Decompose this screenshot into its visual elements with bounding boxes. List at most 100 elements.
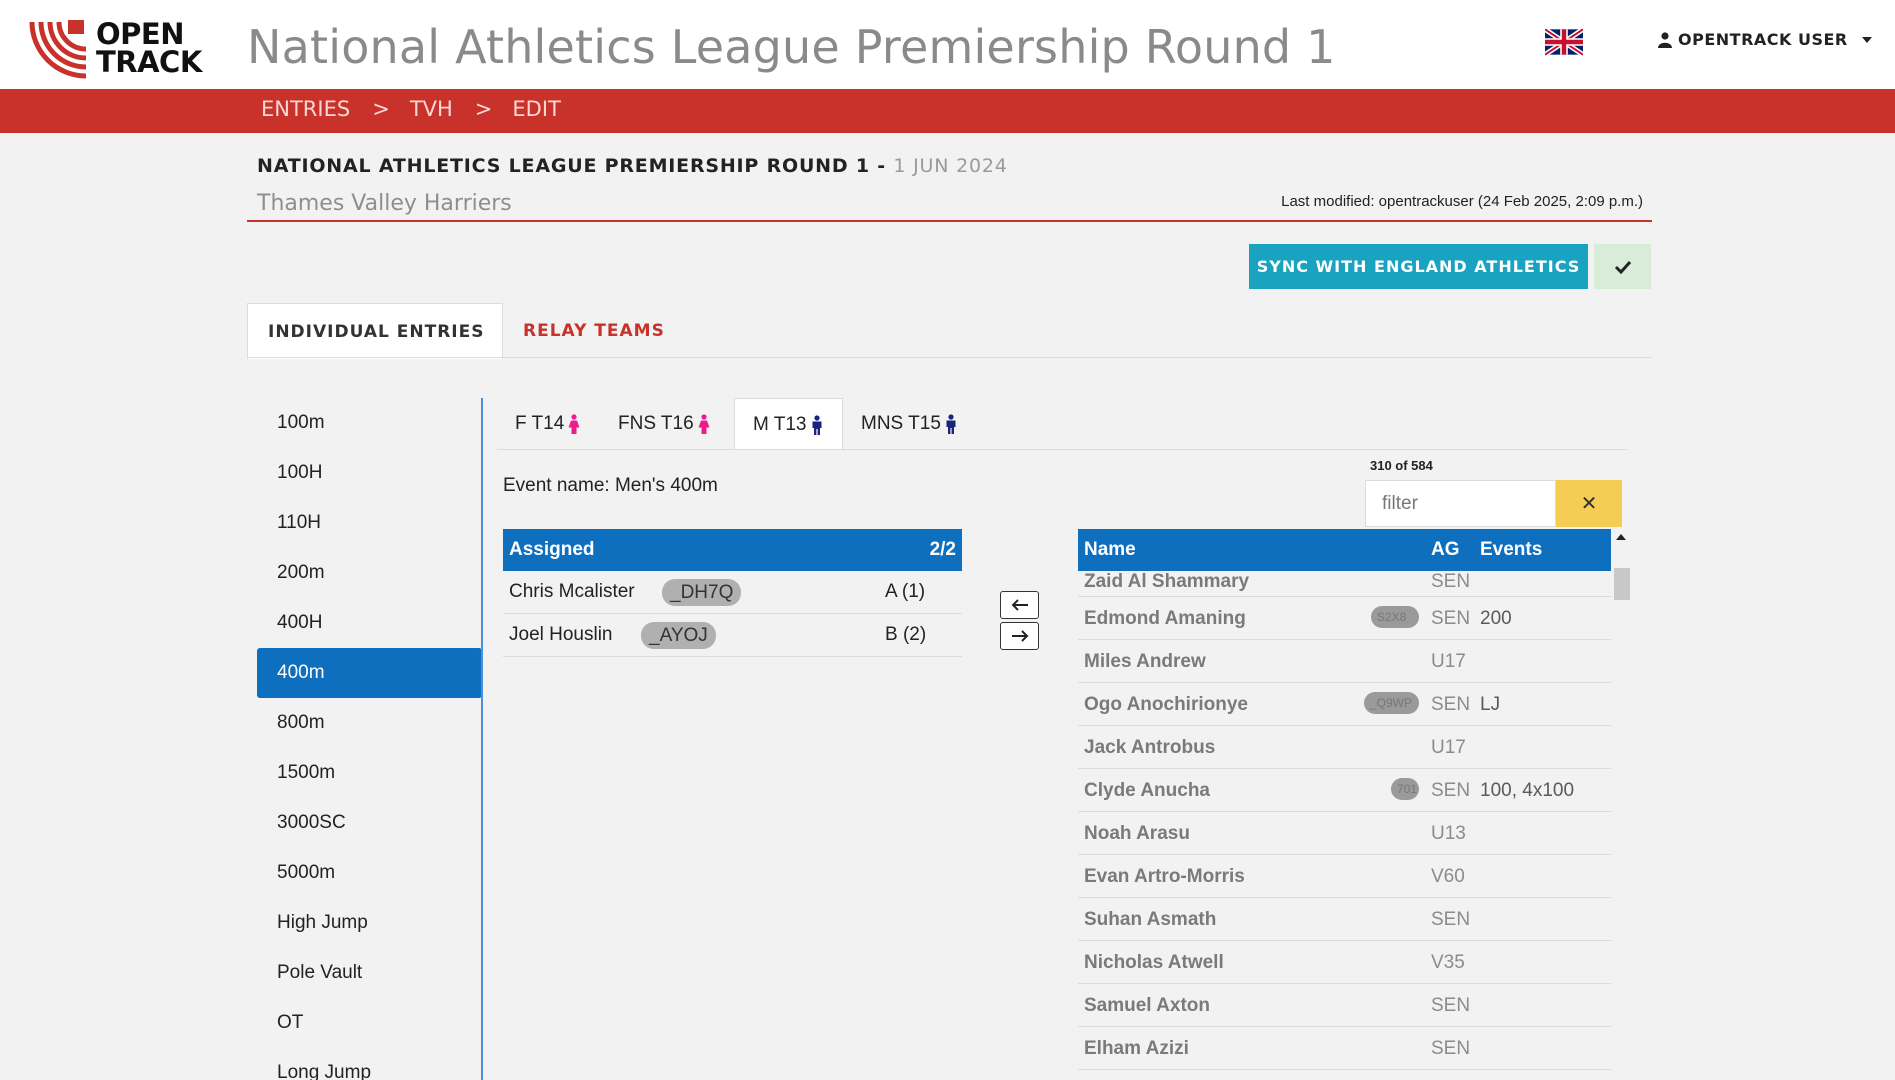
athlete-age-group: U13 bbox=[1431, 823, 1466, 844]
tab-individual-entries[interactable]: INDIVIDUAL ENTRIES bbox=[247, 303, 503, 359]
table-row[interactable]: Jack Antrobus U17 bbox=[1078, 726, 1611, 769]
table-row[interactable]: Noah Arasu U13 bbox=[1078, 812, 1611, 855]
logo-text: OPEN TRACK bbox=[96, 17, 202, 77]
user-menu[interactable]: OPENTRACK USER bbox=[1658, 30, 1872, 49]
last-modified: Last modified: opentrackuser (24 Feb 202… bbox=[1281, 193, 1643, 210]
tab-relay-teams[interactable]: RELAY TEAMS bbox=[503, 303, 685, 359]
female-icon bbox=[568, 414, 580, 434]
scrollbar-thumb[interactable] bbox=[1614, 568, 1630, 600]
confirm-button[interactable] bbox=[1594, 244, 1651, 289]
event-list: 100m 100H 110H 200m 400H 400m 800m 1500m… bbox=[257, 398, 482, 1080]
opentrack-logo[interactable]: OPEN TRACK bbox=[28, 18, 208, 80]
tab-fns-t16[interactable]: FNS T16 bbox=[600, 398, 728, 450]
table-row[interactable]: Zaid Al Shammary SEN bbox=[1078, 571, 1611, 597]
breadcrumb-edit[interactable]: EDIT bbox=[512, 97, 560, 121]
sync-england-athletics-button[interactable]: SYNC WITH ENGLAND ATHLETICS bbox=[1249, 244, 1588, 289]
athlete-age-group: SEN bbox=[1431, 780, 1471, 801]
table-row[interactable]: Samuel Axton SEN bbox=[1078, 984, 1611, 1027]
arrow-right-icon bbox=[1011, 630, 1028, 642]
tab-f-t14[interactable]: F T14 bbox=[497, 398, 598, 450]
age-tab-label: F T14 bbox=[515, 413, 565, 434]
clear-filter-button[interactable]: ✕ bbox=[1556, 480, 1622, 527]
athlete-name: Evan Artro-Morris bbox=[1084, 866, 1245, 887]
athlete-age-group: U17 bbox=[1431, 737, 1466, 758]
column-name[interactable]: Name bbox=[1084, 539, 1136, 561]
athlete-age-group: SEN bbox=[1431, 571, 1471, 592]
event-item-pole-vault[interactable]: Pole Vault bbox=[257, 948, 482, 998]
athlete-code-badge: _AYOJ bbox=[641, 622, 716, 649]
event-item-800m[interactable]: 800m bbox=[257, 698, 482, 748]
breadcrumb-bar: ENTRIES > TVH > EDIT bbox=[0, 89, 1895, 133]
tab-m-t13[interactable]: M T13 bbox=[734, 398, 843, 450]
arrow-left-icon bbox=[1011, 599, 1028, 611]
table-row[interactable]: Chris Mcalister _DH7Q A (1) bbox=[503, 571, 962, 614]
event-name-label: Event name: Men's 400m bbox=[503, 475, 718, 496]
athlete-count: 310 of 584 bbox=[1370, 458, 1433, 473]
male-icon bbox=[812, 414, 822, 435]
assigned-header: Assigned 2/2 bbox=[503, 529, 962, 571]
event-item-100m[interactable]: 100m bbox=[257, 398, 482, 448]
event-item-100h[interactable]: 100H bbox=[257, 448, 482, 498]
athlete-name: Suhan Asmath bbox=[1084, 909, 1217, 930]
event-item-110h[interactable]: 110H bbox=[257, 498, 482, 548]
event-item-high-jump[interactable]: High Jump bbox=[257, 898, 482, 948]
page-title: National Athletics League Premiership Ro… bbox=[247, 20, 1336, 74]
female-icon bbox=[698, 414, 710, 434]
athlete-name: Jack Antrobus bbox=[1084, 737, 1216, 758]
breadcrumb-club[interactable]: TVH bbox=[410, 97, 453, 121]
athlete-age-group: SEN bbox=[1431, 909, 1471, 930]
assigned-count: 2/2 bbox=[929, 539, 956, 560]
chevron-down-icon bbox=[1861, 36, 1872, 43]
competition-name: NATIONAL ATHLETICS LEAGUE PREMIERSHIP RO… bbox=[257, 155, 886, 177]
athlete-age-group: SEN bbox=[1431, 995, 1471, 1016]
athlete-code-badge: 701 bbox=[1391, 778, 1419, 800]
event-item-1500m[interactable]: 1500m bbox=[257, 748, 482, 798]
table-row[interactable]: Elham Azizi SEN bbox=[1078, 1027, 1611, 1070]
table-row[interactable]: Miles Andrew U17 bbox=[1078, 640, 1611, 683]
event-item-3000sc[interactable]: 3000SC bbox=[257, 798, 482, 848]
move-right-button[interactable] bbox=[1000, 622, 1039, 650]
athlete-code-badge: _DH7Q bbox=[662, 579, 742, 606]
athlete-age-group: U17 bbox=[1431, 651, 1466, 672]
assigned-header-label: Assigned bbox=[509, 539, 595, 560]
age-tabs-divider bbox=[497, 449, 1627, 450]
logo-line-1: OPEN bbox=[96, 17, 184, 51]
available-header: Name AG Events bbox=[1078, 529, 1611, 571]
table-row[interactable]: Clyde Anucha 701 SEN 100, 4x100 bbox=[1078, 769, 1611, 812]
team-assignment: A (1) bbox=[885, 581, 926, 602]
athlete-name: Zaid Al Shammary bbox=[1084, 571, 1250, 592]
event-item-ot[interactable]: OT bbox=[257, 998, 482, 1048]
male-icon bbox=[946, 414, 956, 434]
user-icon bbox=[1658, 31, 1672, 48]
table-row[interactable]: Suhan Asmath SEN bbox=[1078, 898, 1611, 941]
athlete-code-badge: S2X8 bbox=[1371, 606, 1419, 628]
tab-mns-t15[interactable]: MNS T15 bbox=[843, 398, 975, 450]
athlete-name: Ogo Anochirionye bbox=[1084, 694, 1248, 715]
event-item-400h[interactable]: 400H bbox=[257, 598, 482, 648]
scroll-up-icon[interactable] bbox=[1616, 534, 1626, 540]
column-ag[interactable]: AG bbox=[1431, 539, 1460, 561]
title-divider bbox=[247, 220, 1652, 222]
athlete-name: Elham Azizi bbox=[1084, 1038, 1189, 1059]
filter-input[interactable] bbox=[1365, 480, 1556, 527]
available-body: Zaid Al Shammary SEN Edmond Amaning S2X8… bbox=[1078, 571, 1611, 1070]
athlete-name: Chris Mcalister bbox=[509, 581, 635, 602]
column-events[interactable]: Events bbox=[1480, 539, 1542, 561]
table-row[interactable]: Nicholas Atwell V35 bbox=[1078, 941, 1611, 984]
table-row[interactable]: Joel Houslin _AYOJ B (2) bbox=[503, 614, 962, 657]
event-item-400m[interactable]: 400m bbox=[257, 648, 482, 698]
user-label: OPENTRACK USER bbox=[1678, 30, 1848, 49]
table-row[interactable]: Evan Artro-Morris V60 bbox=[1078, 855, 1611, 898]
event-item-long-jump[interactable]: Long Jump bbox=[257, 1048, 482, 1080]
table-row[interactable]: Edmond Amaning S2X8 SEN 200 bbox=[1078, 597, 1611, 640]
athlete-age-group: SEN bbox=[1431, 694, 1471, 715]
scrollbar[interactable] bbox=[1613, 529, 1631, 1080]
table-row[interactable]: Ogo Anochirionye _Q9WP SEN LJ bbox=[1078, 683, 1611, 726]
uk-flag-icon[interactable] bbox=[1545, 28, 1583, 56]
move-left-button[interactable] bbox=[1000, 591, 1039, 619]
breadcrumb: ENTRIES > TVH > EDIT bbox=[261, 97, 561, 121]
breadcrumb-entries[interactable]: ENTRIES bbox=[261, 97, 350, 121]
event-item-5000m[interactable]: 5000m bbox=[257, 848, 482, 898]
event-item-200m[interactable]: 200m bbox=[257, 548, 482, 598]
team-assignment: B (2) bbox=[885, 624, 927, 645]
